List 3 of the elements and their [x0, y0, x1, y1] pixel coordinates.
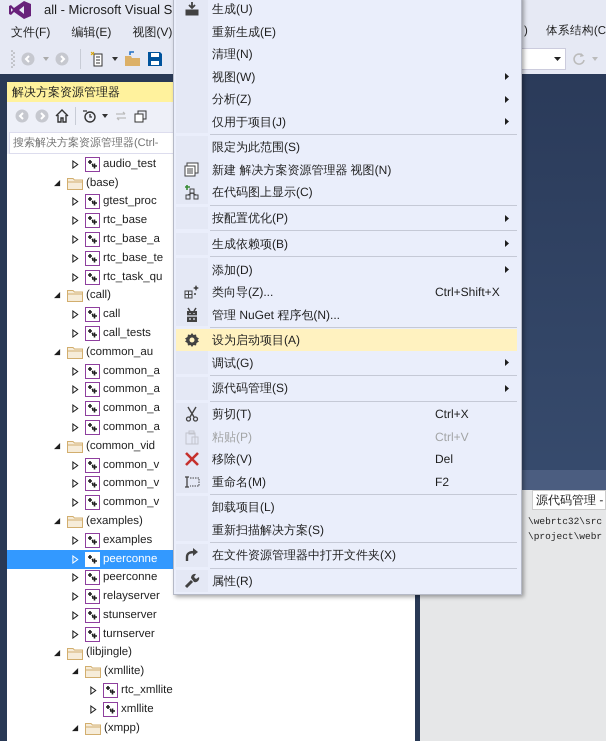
output-text: \webrtc32\src [528, 515, 604, 529]
window-title: all - Microsoft Visual S [44, 1, 172, 20]
output-text: \project\webr [528, 530, 604, 544]
